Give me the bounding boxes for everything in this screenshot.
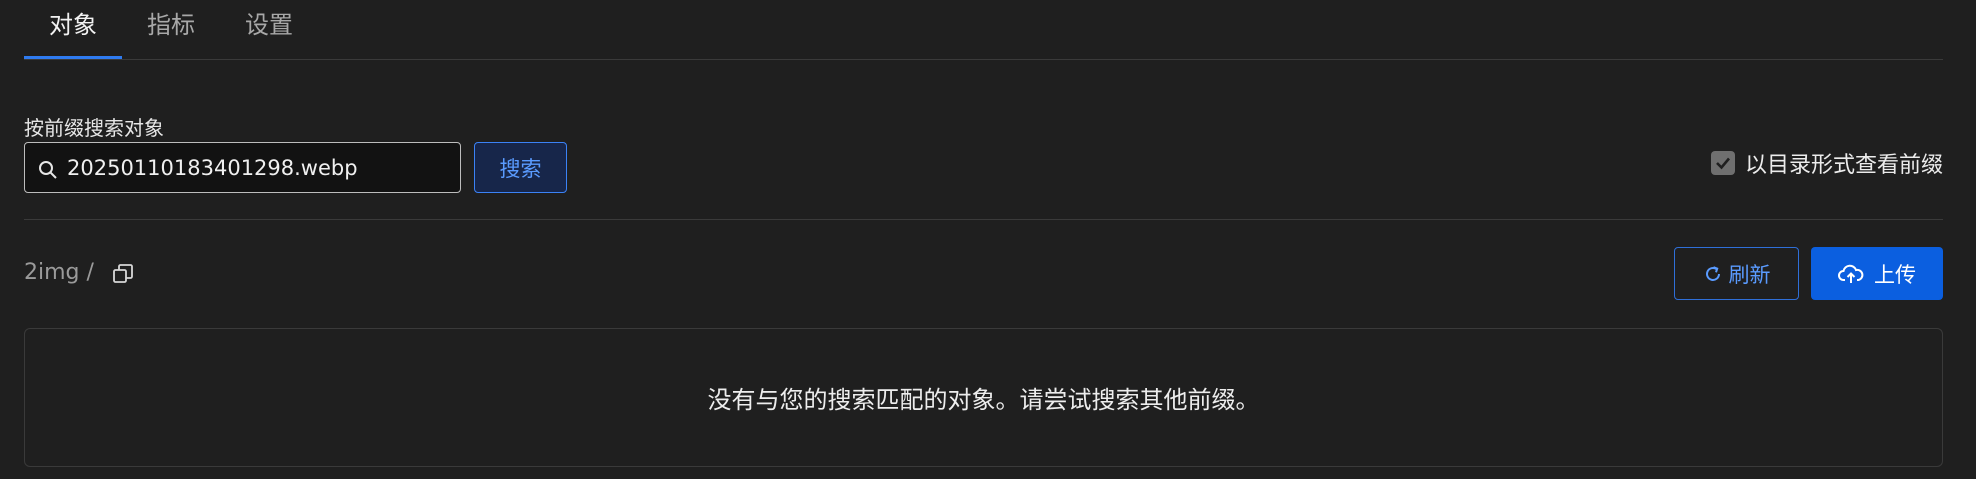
search-field[interactable]: [24, 142, 461, 193]
divider: [24, 219, 1943, 220]
breadcrumb: 2img /: [24, 260, 94, 285]
empty-state-message: 没有与您的搜索匹配的对象。请尝试搜索其他前缀。: [707, 386, 1260, 414]
tab-settings[interactable]: 设置: [220, 0, 318, 59]
directory-view-checkbox[interactable]: [1710, 151, 1735, 175]
tab-objects[interactable]: 对象: [24, 0, 122, 59]
tab-settings-label: 设置: [245, 11, 293, 39]
object-browser: 对象 指标 设置 按前缀搜索对象 搜索 以目录形式查看前缀 2img /: [0, 0, 1976, 479]
refresh-button[interactable]: 刷新: [1674, 247, 1799, 300]
upload-label: 上传: [1874, 262, 1916, 287]
check-icon: [1716, 157, 1730, 170]
search-input[interactable]: [67, 155, 427, 180]
tab-metrics[interactable]: 指标: [122, 0, 220, 59]
directory-view-label: 以目录形式查看前缀: [1744, 153, 1943, 178]
search-label: 按前缀搜索对象: [24, 116, 164, 140]
search-button[interactable]: 搜索: [474, 142, 567, 193]
search-icon: [39, 160, 57, 179]
refresh-icon: [1705, 265, 1720, 281]
tab-bar: 对象 指标 设置: [24, 0, 1943, 60]
copy-icon[interactable]: [112, 263, 134, 285]
object-list-empty-state: 没有与您的搜索匹配的对象。请尝试搜索其他前缀。: [24, 328, 1943, 467]
cloud-upload-icon: [1838, 264, 1864, 283]
breadcrumb-path[interactable]: 2img /: [24, 260, 94, 285]
upload-button[interactable]: 上传: [1811, 247, 1943, 300]
tab-metrics-label: 指标: [147, 11, 195, 39]
directory-view-toggle[interactable]: 以目录形式查看前缀: [1710, 149, 1943, 178]
refresh-label: 刷新: [1728, 262, 1771, 287]
tab-objects-label: 对象: [49, 11, 97, 39]
